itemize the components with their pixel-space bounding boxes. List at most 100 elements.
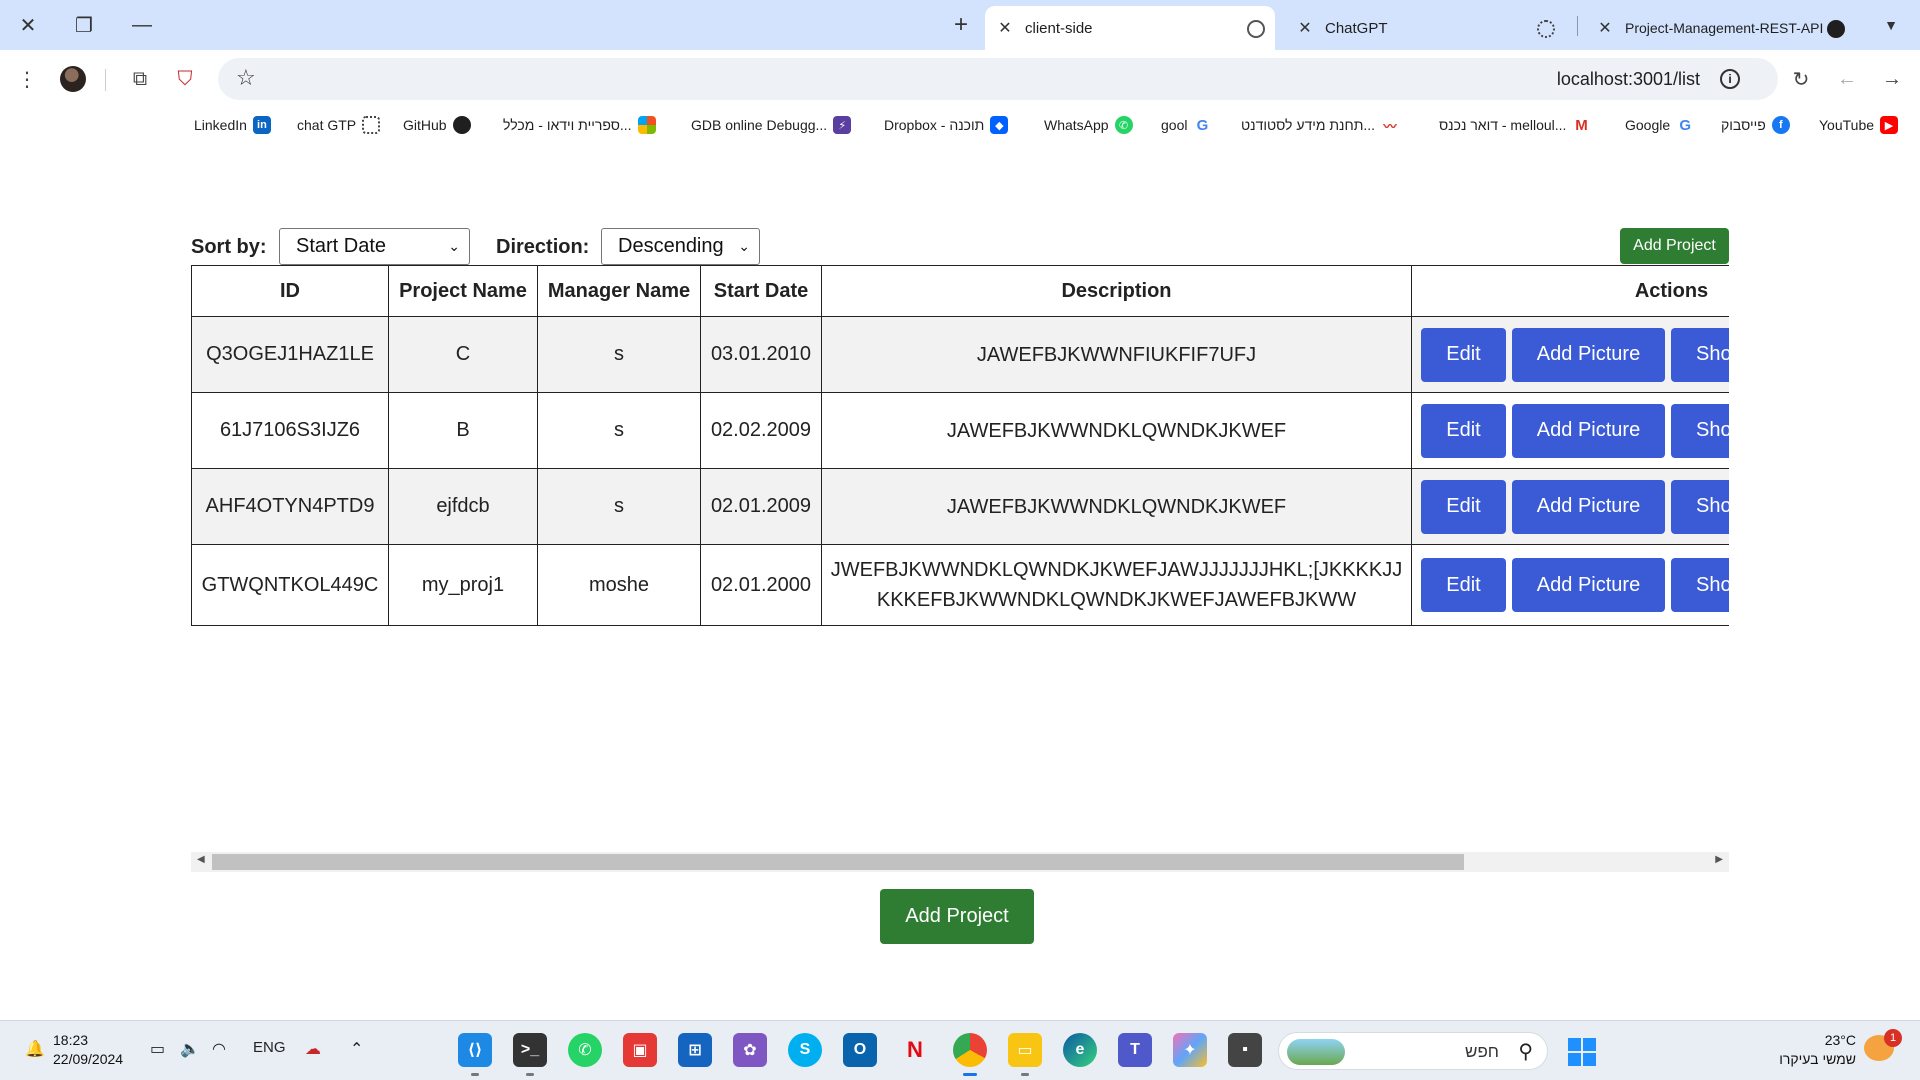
tab-client-side[interactable]: ✕ client-side xyxy=(985,6,1275,50)
bookmark-label: WhatsApp xyxy=(1044,117,1109,133)
add-project-button-top[interactable]: Add Project xyxy=(1620,228,1729,264)
windows-start-icon[interactable] xyxy=(1568,1038,1596,1066)
bookmark-star-icon[interactable]: ☆ xyxy=(236,65,256,91)
cell-description: JWEFBJKWWNDKLQWNDKJKWEFJAWJJJJJJJHKL;[JK… xyxy=(821,544,1412,626)
bookmark-youtube[interactable]: YouTube ▶ xyxy=(1819,116,1899,134)
add-picture-button[interactable]: Add Picture xyxy=(1512,327,1665,382)
scroll-right-icon[interactable]: ▶ xyxy=(1715,854,1723,865)
bookmark-whatsapp[interactable]: WhatsApp ✆ xyxy=(1044,116,1133,134)
taskbar-search-box[interactable]: חפש ⚲ xyxy=(1278,1032,1548,1070)
bookmark-gdb-online[interactable]: GDB online Debugg... ⚡ xyxy=(691,116,852,134)
bookmark-dropbox[interactable]: Dropbox - תוכנה ◆ xyxy=(884,116,1009,134)
language-indicator[interactable]: ENG xyxy=(253,1039,286,1056)
back-arrow-icon[interactable]: ← xyxy=(1832,64,1862,94)
facebook-icon: f xyxy=(1771,116,1790,134)
horizontal-scrollbar[interactable]: ◀ ▶ xyxy=(191,852,1729,872)
weather-condition-text: שמשי בעיקרו xyxy=(1779,1051,1856,1067)
cell-id: AHF4OTYN4PTD9 xyxy=(191,468,389,545)
bookmark-linkedin[interactable]: LinkedIn in xyxy=(194,116,271,134)
add-picture-button[interactable]: Add Picture xyxy=(1512,479,1665,534)
edge-icon[interactable]: e xyxy=(1063,1033,1097,1067)
weather-widget[interactable]: 23°C שמשי בעיקרו xyxy=(1779,1031,1856,1069)
cell-actions: Edit Add Picture Show xyxy=(1411,316,1729,393)
pocket-extension-icon[interactable]: ⛉ xyxy=(170,64,200,94)
close-window-icon[interactable]: ✕ xyxy=(8,8,48,42)
app-window-icon[interactable]: ▪ xyxy=(1228,1033,1262,1067)
vscode-icon[interactable]: ⟨⟩ xyxy=(458,1033,492,1067)
github-icon xyxy=(1827,20,1845,38)
scroll-left-icon[interactable]: ◀ xyxy=(197,854,205,865)
sort-by-value: Start Date xyxy=(296,235,387,257)
bookmark-google[interactable]: Google G xyxy=(1625,116,1694,134)
show-button[interactable]: Show xyxy=(1671,327,1729,382)
close-tab-icon[interactable]: ✕ xyxy=(991,18,1019,38)
show-button[interactable]: Show xyxy=(1671,403,1729,458)
table-header-row: ID Project Name Manager Name Start Date … xyxy=(191,265,1729,317)
outlook-icon[interactable]: O xyxy=(843,1033,877,1067)
microsoft-store-icon[interactable]: ⊞ xyxy=(678,1033,712,1067)
bookmark-label: YouTube xyxy=(1819,117,1875,133)
wifi-icon[interactable]: ◠ xyxy=(212,1039,226,1059)
cell-start-date: 03.01.2010 xyxy=(700,316,822,393)
movies-icon[interactable]: ▣ xyxy=(623,1033,657,1067)
direction-select[interactable]: Descending ⌄ xyxy=(601,228,760,265)
tab-title: ChatGPT xyxy=(1325,19,1388,37)
scrollbar-thumb[interactable] xyxy=(212,854,1464,870)
show-button[interactable]: Show xyxy=(1671,558,1729,612)
new-tab-button[interactable]: + xyxy=(945,10,977,40)
restore-window-icon[interactable]: ❐ xyxy=(64,8,104,42)
file-explorer-icon[interactable]: ▭ xyxy=(1008,1033,1042,1067)
copilot-icon[interactable]: ✦ xyxy=(1173,1033,1207,1067)
volume-icon[interactable]: 🔈 xyxy=(180,1039,200,1059)
tab-search-dropdown-icon[interactable]: ▼ xyxy=(1876,10,1906,40)
projects-table: ID Project Name Manager Name Start Date … xyxy=(191,265,1729,626)
bookmark-gool[interactable]: gool G xyxy=(1161,116,1211,134)
battery-icon[interactable]: ▭ xyxy=(150,1039,165,1059)
clock[interactable]: 18:23 22/09/2024 xyxy=(53,1031,123,1069)
add-project-button-bottom[interactable]: Add Project xyxy=(880,889,1034,944)
notification-bell-icon[interactable]: 🔔 xyxy=(25,1039,45,1059)
edit-button[interactable]: Edit xyxy=(1421,479,1506,534)
profile-avatar[interactable] xyxy=(60,66,86,92)
cell-id: 61J7106S3IJZ6 xyxy=(191,392,389,469)
terminal-icon[interactable]: >_ xyxy=(513,1033,547,1067)
cell-description: JAWEFBJKWWNDKLQWNDKJKWEF xyxy=(821,392,1412,469)
chrome-icon[interactable] xyxy=(953,1033,987,1067)
extensions-icon[interactable]: ⧉ xyxy=(125,64,155,94)
sort-by-select[interactable]: Start Date ⌄ xyxy=(279,228,470,265)
minimize-window-icon[interactable]: — xyxy=(122,8,162,42)
edit-button[interactable]: Edit xyxy=(1421,403,1506,458)
tab-chatgpt[interactable]: ✕ ChatGPT xyxy=(1285,6,1565,50)
bookmark-chatgpt[interactable]: chat GTP xyxy=(297,116,381,134)
address-bar[interactable]: ☆ localhost:3001/list i xyxy=(218,58,1778,100)
bookmark-gmail[interactable]: דואר נכנס - melloul... M xyxy=(1439,116,1590,134)
bookmark-student-portal[interactable]: תחנת מידע לסטודנט... 〰 xyxy=(1241,116,1399,134)
edit-button[interactable]: Edit xyxy=(1421,558,1506,612)
bookmark-video-library[interactable]: ספריית וידאו - מכלל... xyxy=(503,116,656,134)
forward-arrow-icon[interactable]: → xyxy=(1877,64,1907,94)
add-picture-button[interactable]: Add Picture xyxy=(1512,403,1665,458)
site-info-icon[interactable]: i xyxy=(1720,69,1740,89)
teams-icon[interactable]: T xyxy=(1118,1033,1152,1067)
onedrive-error-icon[interactable]: ☁ xyxy=(305,1039,321,1059)
column-header-project-name: Project Name xyxy=(388,265,538,317)
bookmark-github[interactable]: GitHub xyxy=(403,116,471,134)
bookmark-label: GitHub xyxy=(403,117,447,133)
close-tab-icon[interactable]: ✕ xyxy=(1591,18,1619,38)
column-header-id: ID xyxy=(191,265,389,317)
url-text[interactable]: localhost:3001/list xyxy=(1557,69,1700,90)
cell-manager-name: s xyxy=(537,392,701,469)
edit-button[interactable]: Edit xyxy=(1421,327,1506,382)
show-button[interactable]: Show xyxy=(1671,479,1729,534)
menu-kebab-icon[interactable]: ⋮ xyxy=(12,64,42,94)
photos-icon[interactable]: ✿ xyxy=(733,1033,767,1067)
bookmark-facebook[interactable]: פייסבוק f xyxy=(1721,116,1790,134)
tab-project-management[interactable]: ✕ Project-Management-REST-API xyxy=(1585,6,1855,50)
reload-icon[interactable]: ↻ xyxy=(1786,64,1816,94)
show-hidden-icons-chevron-icon[interactable]: ⌃ xyxy=(350,1039,363,1059)
skype-icon[interactable]: S xyxy=(788,1033,822,1067)
close-tab-icon[interactable]: ✕ xyxy=(1291,18,1319,38)
whatsapp-icon[interactable]: ✆ xyxy=(568,1033,602,1067)
add-picture-button[interactable]: Add Picture xyxy=(1512,558,1665,612)
netflix-icon[interactable]: N xyxy=(898,1033,932,1067)
